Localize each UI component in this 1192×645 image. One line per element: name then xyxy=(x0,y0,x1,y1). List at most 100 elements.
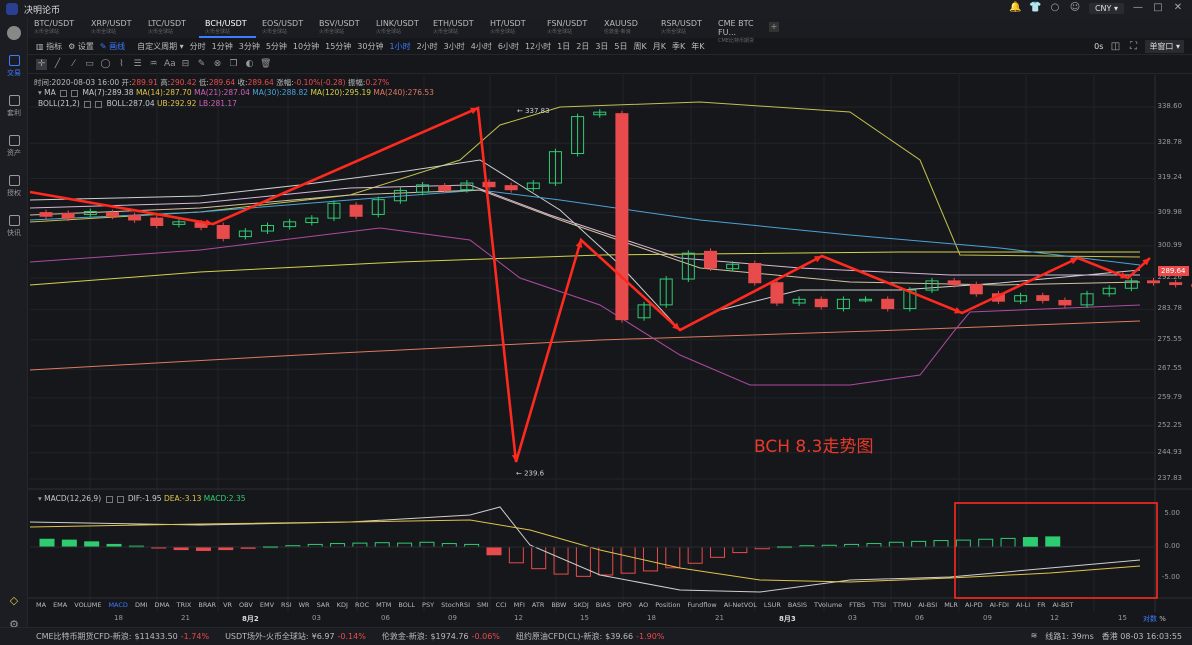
indicator-tabs: MA EMA VOLUME MACD DMI DMA TRIX BRAR VR OBV EMV RSI… xyxy=(36,601,1080,609)
indicator-tab[interactable]: BIAS xyxy=(596,601,611,609)
indicator-tab[interactable]: MACD xyxy=(108,601,127,609)
x-tick: 8月3 xyxy=(779,615,796,623)
indicator-tab[interactable]: CCI xyxy=(496,601,507,609)
macd-bar xyxy=(710,546,725,558)
clock: 香港 08-03 16:03:55 xyxy=(1101,632,1182,641)
y-tick: 300.99 xyxy=(1157,240,1183,249)
x-tick: 21 xyxy=(181,614,190,622)
macd-settings-icon[interactable] xyxy=(105,495,113,503)
indicator-tab[interactable]: AO xyxy=(639,601,648,609)
indicator-tab[interactable]: OBV xyxy=(239,601,253,609)
x-tick: 18 xyxy=(114,614,123,622)
indicator-tab[interactable]: MA xyxy=(36,601,46,609)
y-tick: 309.98 xyxy=(1157,207,1183,216)
candle-body xyxy=(39,212,53,217)
indicator-tab[interactable]: SKDJ xyxy=(573,601,588,609)
indicator-tab[interactable]: DPO xyxy=(618,601,632,609)
ticker-item[interactable]: USDT场外-火币全球站: ¥6.97 -0.14% xyxy=(225,631,366,642)
macd-bar xyxy=(933,540,949,548)
y-tick: 319.24 xyxy=(1157,173,1183,182)
ticker-value: $11433.50 xyxy=(134,632,178,641)
macd-bar xyxy=(441,543,457,548)
ticker-item[interactable]: 伦敦金-新浪: $1974.76 -0.06% xyxy=(382,631,500,642)
macd-bar xyxy=(508,546,524,564)
ticker-value: ¥6.97 xyxy=(311,632,335,641)
indicator-tab[interactable]: RSI xyxy=(281,601,292,609)
indicator-tab[interactable]: TVolume xyxy=(814,601,842,609)
indicator-tab[interactable]: AI-NetVOL xyxy=(724,601,757,609)
macd-bar xyxy=(642,546,658,572)
indicator-tab[interactable]: AI-FDI xyxy=(990,601,1009,609)
indicator-tab[interactable]: MLR xyxy=(944,601,958,609)
macd-bar xyxy=(419,541,435,548)
indicator-tab[interactable]: KDJ xyxy=(337,601,348,609)
indicator-tab[interactable]: AI-LI xyxy=(1016,601,1030,609)
indicator-tab[interactable]: BRAR xyxy=(198,601,216,609)
indicator-tab[interactable]: SAR xyxy=(317,601,330,609)
candle-body xyxy=(61,212,75,219)
x-tick: 09 xyxy=(448,614,457,622)
ticker-name: CME比特币期货CFD-新浪: xyxy=(36,632,132,641)
indicator-tab[interactable]: PSY xyxy=(422,601,434,609)
boll-close-icon[interactable] xyxy=(95,100,103,108)
x-tick: 06 xyxy=(915,614,924,622)
ticker-item[interactable]: 纽约原油CFD(CL)-新浪: $39.66 -1.90% xyxy=(516,631,665,642)
ma-settings-icon[interactable] xyxy=(60,89,68,97)
indicator-tab[interactable]: AI-BSI xyxy=(918,601,937,609)
boll-legend: BOLL(21,2) BOLL:287.04 UB:292.92 LB:281.… xyxy=(38,99,237,108)
indicator-tab[interactable]: FTBS xyxy=(849,601,865,609)
indicator-tab[interactable]: AI-BST xyxy=(1052,601,1073,609)
y-tick: 275.55 xyxy=(1157,334,1183,343)
indicator-tab[interactable]: DMI xyxy=(135,601,148,609)
y-tick: 244.93 xyxy=(1157,447,1183,456)
indicator-tab[interactable]: SMI xyxy=(477,601,489,609)
indicator-tab[interactable]: StochRSI xyxy=(441,601,470,609)
x-tick: 12 xyxy=(1050,614,1059,622)
candle-body xyxy=(1169,282,1183,286)
candle-body xyxy=(814,298,828,308)
indicator-tab[interactable]: LSUR xyxy=(764,601,781,609)
indicator-tab[interactable]: ATR xyxy=(532,601,544,609)
macd-close-icon[interactable] xyxy=(116,495,124,503)
indicator-tab[interactable]: WR xyxy=(299,601,310,609)
chart-annotation: BCH 8.3走势图 xyxy=(754,437,874,457)
wifi-icon: ≋ xyxy=(1030,631,1038,640)
candle-body xyxy=(1036,295,1050,301)
macd-bar xyxy=(911,540,927,548)
indicator-tab[interactable]: BASIS xyxy=(788,601,807,609)
indicator-tab[interactable]: TTMU xyxy=(893,601,911,609)
indicator-tab[interactable]: FR xyxy=(1037,601,1045,609)
indicator-tab[interactable]: DMA xyxy=(154,601,169,609)
indicator-tab[interactable]: BOLL xyxy=(398,601,415,609)
time-axis: 18 21 8月2 03 06 09 12 15 18 21 8月3 03 06 09 12 15 xyxy=(28,614,1158,624)
indicator-tab[interactable]: EMA xyxy=(53,601,67,609)
candle-body xyxy=(770,282,784,304)
indicator-tab[interactable]: Position xyxy=(655,601,680,609)
macd-bar xyxy=(665,546,681,569)
indicator-tab[interactable]: BBW xyxy=(551,601,566,609)
scale-control[interactable]: 对数 % xyxy=(1143,614,1166,624)
indicator-tab[interactable]: VR xyxy=(223,601,232,609)
macd-bar xyxy=(978,538,994,548)
y-tick: 338.60 xyxy=(1157,102,1183,110)
indicator-tab[interactable]: TTSI xyxy=(872,601,886,609)
ticker-change: -0.06% xyxy=(471,632,500,641)
status-right: ≋ 线路1: 39ms 香港 08-03 16:03:55 xyxy=(1031,631,1182,642)
indicator-tab[interactable]: VOLUME xyxy=(74,601,101,609)
indicator-tab[interactable]: MFI xyxy=(514,601,525,609)
indicator-tab[interactable]: ROC xyxy=(355,601,369,609)
boll-settings-icon[interactable] xyxy=(84,100,92,108)
ma-close-icon[interactable] xyxy=(71,89,79,97)
indicator-tab[interactable]: TRIX xyxy=(177,601,192,609)
macd-bar xyxy=(195,546,211,551)
status-bar: CME比特币期货CFD-新浪: $11433.50 -1.74% USDT场外-火币全… xyxy=(0,627,1192,645)
ticker-item[interactable]: CME比特币期货CFD-新浪: $11433.50 -1.74% xyxy=(36,631,209,642)
macd-bar xyxy=(1022,537,1038,548)
indicator-tab[interactable]: Fundflow xyxy=(688,601,717,609)
indicator-tab[interactable]: EMV xyxy=(260,601,274,609)
indicator-tab[interactable]: AI-PD xyxy=(965,601,983,609)
ma-legend: ▾ MA MA(7):289.38 MA(14):287.70 MA(21):2… xyxy=(38,88,434,97)
candle-body xyxy=(128,215,142,221)
indicator-tab[interactable]: MTM xyxy=(376,601,391,609)
x-tick: 8月2 xyxy=(242,615,259,623)
